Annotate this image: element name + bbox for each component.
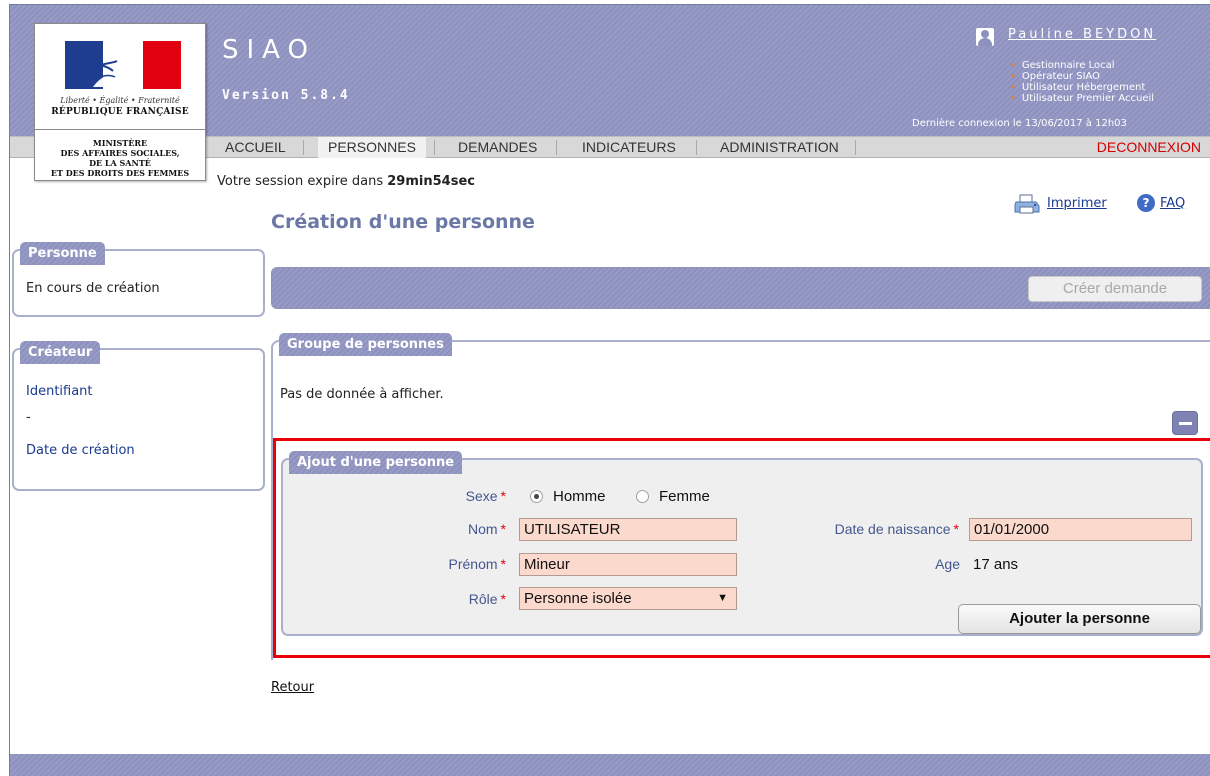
add-person-title: Ajout d'une personne [289, 451, 463, 474]
logout-link[interactable]: DECONNEXION [1097, 137, 1201, 158]
app-frame: SIAO Version 5.8.4 Pauline BEYDON Gestio… [9, 4, 1210, 776]
nav-indicateurs[interactable]: INDICATEURS [572, 137, 686, 158]
creator-panel-title: Créateur [20, 341, 101, 364]
logo-divider [35, 129, 205, 130]
ministry-name: MINISTÈRE DES AFFAIRES SOCIALES, DE LA S… [35, 138, 205, 178]
radio-homme-label: Homme [553, 488, 606, 505]
page-title: Création d'une personne [271, 211, 535, 233]
birth-date-label: Date de naissance * [834, 521, 959, 537]
role-item: Utilisateur Premier Accueil [1010, 93, 1154, 104]
age-value: 17 ans [973, 556, 1019, 573]
nav-administration[interactable]: ADMINISTRATION [710, 137, 849, 158]
marianne-flag-icon [65, 41, 181, 89]
republic-logo: Liberté • Égalité • Fraternité RÉPUBLIQU… [34, 23, 206, 181]
creation-date-label: Date de création [26, 443, 135, 458]
person-panel-title: Personne [20, 242, 105, 265]
print-icon [1014, 194, 1040, 214]
dropdown-arrow-icon: ▼ [717, 592, 728, 604]
user-roles-list: Gestionnaire Local Opérateur SIAO Utilis… [1010, 60, 1154, 104]
role-item: Utilisateur Hébergement [1010, 82, 1154, 93]
add-person-button[interactable]: Ajouter la personne [958, 604, 1201, 634]
birth-date-input[interactable]: 01/01/2000 [969, 518, 1192, 541]
radio-homme[interactable] [530, 490, 543, 503]
role-item: Gestionnaire Local [1010, 60, 1154, 71]
prenom-label: Prénom * [448, 556, 506, 572]
last-connection: Dernière connexion le 13/06/2017 à 12h03 [912, 118, 1127, 129]
user-icon [976, 28, 994, 46]
nav-demandes[interactable]: DEMANDES [448, 137, 547, 158]
help-icon: ? [1137, 194, 1155, 212]
footer-bar [10, 754, 1210, 776]
radio-femme-label: Femme [659, 488, 710, 505]
session-remaining: 29min54sec [387, 174, 475, 189]
radio-femme[interactable] [636, 490, 649, 503]
nom-input[interactable]: UTILISATEUR [519, 518, 737, 541]
group-empty-message: Pas de donnée à afficher. [280, 387, 444, 402]
creator-panel: Créateur Identifiant - Date de création [12, 341, 265, 491]
ministry-line: MINISTÈRE [92, 138, 148, 148]
role-label: Rôle * [468, 591, 506, 607]
create-request-button[interactable]: Créer demande [1028, 276, 1202, 302]
group-panel-title: Groupe de personnes [279, 333, 452, 356]
person-panel: Personne En cours de création [12, 242, 265, 317]
role-item: Opérateur SIAO [1010, 71, 1154, 82]
action-toolbar: Créer demande [271, 267, 1210, 309]
creator-id-value: - [26, 410, 31, 425]
republic-name: RÉPUBLIQUE FRANÇAISE [51, 107, 189, 117]
prenom-input[interactable]: Mineur [519, 553, 737, 576]
person-status: En cours de création [26, 281, 160, 296]
marianne-profile-icon [93, 47, 135, 87]
ministry-line: DE LA SANTÉ [89, 158, 151, 168]
age-label: Age [935, 556, 960, 572]
nav-personnes[interactable]: PERSONNES [318, 137, 426, 158]
ministry-line: ET DES DROITS DES FEMMES [50, 168, 190, 178]
creator-id-label: Identifiant [26, 384, 93, 399]
role-selected-value: Personne isolée [524, 590, 632, 607]
session-prefix: Votre session expire dans [217, 174, 388, 189]
faq-label: FAQ [1160, 196, 1186, 211]
collapse-minus-icon[interactable] [1172, 411, 1198, 435]
nav-accueil[interactable]: ACCUEIL [215, 137, 296, 158]
app-title: SIAO [222, 35, 316, 65]
session-timer: Votre session expire dans 29min54sec [217, 174, 475, 189]
ministry-line: DES AFFAIRES SOCIALES, [60, 148, 180, 158]
app-version: Version 5.8.4 [222, 88, 350, 103]
republic-motto: Liberté • Égalité • Fraternité [60, 96, 180, 105]
user-name-link[interactable]: Pauline BEYDON [1008, 27, 1156, 42]
role-select[interactable]: Personne isolée ▼ [519, 587, 737, 610]
back-link[interactable]: Retour [271, 680, 314, 695]
print-label: Imprimer [1047, 196, 1107, 211]
nom-label: Nom * [467, 521, 506, 537]
sexe-label: Sexe * [465, 488, 506, 504]
